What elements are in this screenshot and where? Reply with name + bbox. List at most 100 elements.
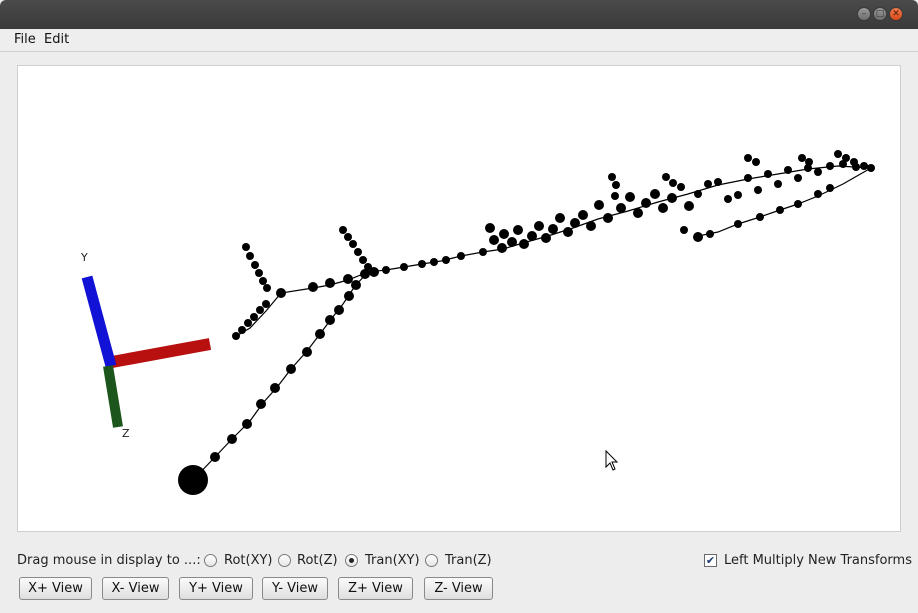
node [764,170,772,178]
node [255,269,263,277]
node [860,162,868,170]
node [251,261,259,269]
menu-file[interactable]: File [14,32,36,47]
node [677,183,685,191]
node [364,263,372,271]
node [842,154,850,162]
scene-svg: Y Z [80,150,875,495]
node [242,419,252,429]
maximize-icon[interactable]: □ [873,7,887,21]
node [834,150,842,158]
z-plus-view-button[interactable]: Z+ View [338,577,413,600]
node [259,277,267,285]
node [334,305,344,315]
main-branch-line [367,165,872,273]
minimize-icon[interactable]: – [857,7,871,21]
node [794,200,802,208]
radio-tran-xy[interactable] [345,554,358,567]
node [867,164,875,172]
node [784,166,792,174]
node [734,191,742,199]
node [238,326,246,334]
node [798,154,806,162]
node [497,243,507,253]
node [756,213,764,221]
x-minus-view-button[interactable]: X- View [102,577,169,600]
node [714,178,722,186]
node [286,364,296,374]
node [724,195,732,203]
node [669,179,677,187]
node [611,192,619,200]
node [382,266,390,274]
node [256,306,264,314]
y-axis-label: Y [80,251,88,264]
title-bar: – □ ✕ [0,0,918,29]
node [339,226,347,234]
node [744,174,752,182]
node [344,291,354,301]
node [351,280,361,290]
node [570,218,580,228]
node [578,210,588,220]
node [616,203,626,213]
close-icon[interactable]: ✕ [889,7,903,21]
node [563,227,573,237]
node [667,193,677,203]
left-multiply-checkbox[interactable]: ✔ [704,554,717,567]
y-minus-view-button[interactable]: Y- View [262,577,328,600]
node [344,233,352,241]
node [794,174,802,182]
radio-rot-xy-label[interactable]: Rot(XY) [224,553,273,568]
radio-tran-z[interactable] [425,554,438,567]
node [693,232,703,242]
y-axis-bar [81,275,117,368]
node [256,399,266,409]
node [246,252,254,260]
node [276,288,286,298]
node [359,256,367,264]
node [489,235,499,245]
node [263,284,271,292]
node [418,260,426,268]
y-plus-view-button[interactable]: Y+ View [179,577,253,600]
node [513,225,523,235]
node [694,190,702,198]
node [541,233,551,243]
node [826,162,834,170]
x-plus-view-button[interactable]: X+ View [19,577,92,600]
menu-edit[interactable]: Edit [44,32,69,47]
node [774,180,782,188]
tree-nodes [178,150,875,495]
node [457,252,465,260]
node [658,203,668,213]
node [442,256,450,264]
radio-rot-z-label[interactable]: Rot(Z) [297,553,338,568]
radio-rot-z[interactable] [278,554,291,567]
radio-rot-xy[interactable] [204,554,217,567]
node [519,239,529,249]
node [250,313,258,321]
side-branch-line [697,167,872,237]
node [752,158,760,166]
node [232,332,240,340]
node [210,452,220,462]
3d-display-canvas[interactable]: Y Z [17,65,901,532]
node [650,189,660,199]
node [641,198,651,208]
left-multiply-label[interactable]: Left Multiply New Transforms [724,553,912,568]
z-minus-view-button[interactable]: Z- View [424,577,493,600]
node [744,154,752,162]
radio-tran-xy-label[interactable]: Tran(XY) [365,553,420,568]
node [308,282,318,292]
node [400,263,408,271]
radio-tran-z-label[interactable]: Tran(Z) [445,553,492,568]
node [603,213,613,223]
node [814,190,822,198]
node [805,158,813,166]
tree-lines [192,165,872,481]
node [704,180,712,188]
node [354,248,362,256]
node [625,192,635,202]
x-axis-bar [110,338,212,368]
